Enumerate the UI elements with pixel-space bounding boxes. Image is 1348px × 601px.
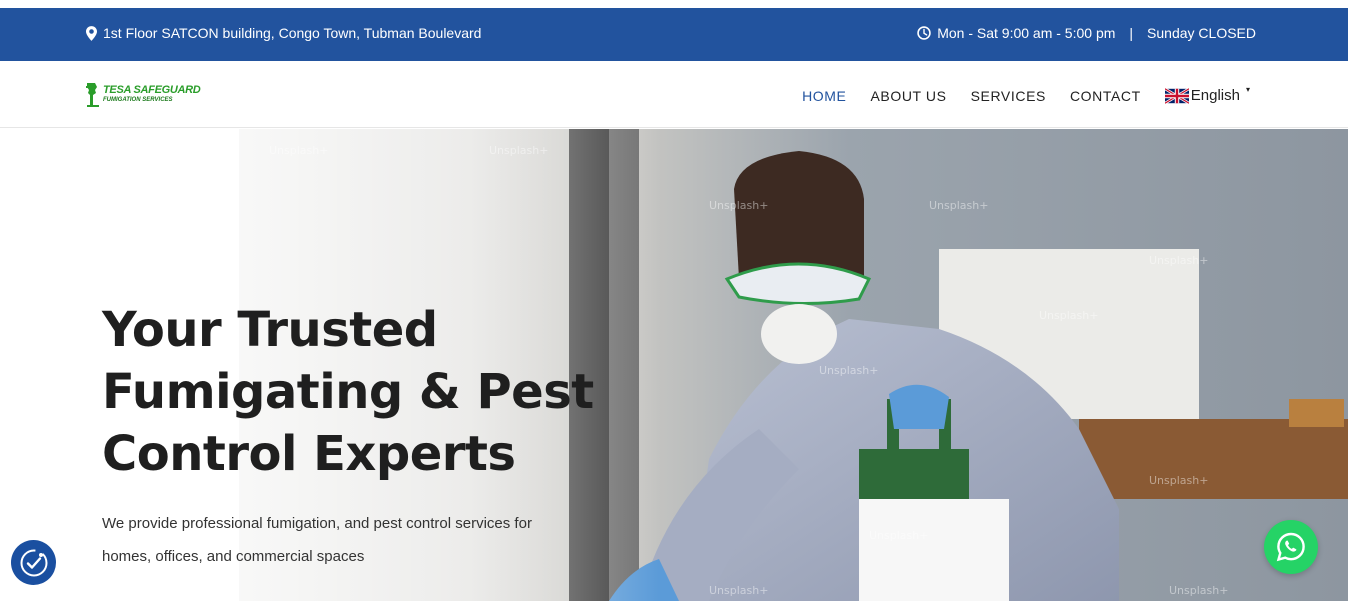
hero-heading: Your Trusted Fumigating & Pest Control E… bbox=[102, 299, 622, 485]
watermark-text: Unsplash+ bbox=[709, 584, 768, 597]
hours-block: Mon - Sat 9:00 am - 5:00 pm | Sunday CLO… bbox=[917, 25, 1256, 41]
nav-services[interactable]: SERVICES bbox=[971, 88, 1046, 104]
watermark-text: Unsplash+ bbox=[929, 199, 988, 212]
logo-line2: FUMIGATION SERVICES bbox=[103, 97, 173, 103]
map-pin-icon bbox=[86, 25, 97, 41]
watermark-text: Unsplash+ bbox=[709, 199, 768, 212]
nav-home[interactable]: HOME bbox=[802, 88, 846, 104]
accessibility-button[interactable] bbox=[11, 540, 56, 585]
accessibility-icon bbox=[20, 549, 47, 576]
whatsapp-icon bbox=[1276, 532, 1305, 562]
watermark-text: Unsplash+ bbox=[1149, 254, 1208, 267]
info-topbar: 1st Floor SATCON building, Congo Town, T… bbox=[0, 8, 1348, 61]
address-text: 1st Floor SATCON building, Congo Town, T… bbox=[103, 25, 482, 41]
clock-icon bbox=[917, 26, 931, 40]
hero-section: Unsplash+ Unsplash+ Unsplash+ Unsplash+ … bbox=[0, 129, 1348, 601]
hero-heading-line3: Control Experts bbox=[102, 426, 516, 482]
hero-subtext: We provide professional fumigation, and … bbox=[102, 515, 532, 565]
hero-heading-line2: Fumigating & Pest bbox=[102, 364, 594, 420]
language-selector[interactable]: English ▾ bbox=[1164, 85, 1250, 104]
top-strip bbox=[0, 0, 1348, 8]
hero-heading-line1: Your Trusted bbox=[102, 302, 438, 358]
watermark-text: Unsplash+ bbox=[819, 364, 878, 377]
watermark-text: Unsplash+ bbox=[1169, 584, 1228, 597]
logo-mark-icon bbox=[86, 83, 99, 107]
uk-flag-icon bbox=[1164, 87, 1189, 104]
watermark-text: Unsplash+ bbox=[869, 529, 928, 542]
closed-text: Sunday CLOSED bbox=[1147, 25, 1256, 41]
address-block: 1st Floor SATCON building, Congo Town, T… bbox=[86, 25, 481, 41]
chevron-down-icon: ▾ bbox=[1245, 85, 1250, 94]
language-label: English bbox=[1190, 87, 1240, 104]
primary-menu: HOME ABOUT US SERVICES CONTACT English ▾ bbox=[778, 85, 1250, 104]
nav-about-us[interactable]: ABOUT US bbox=[870, 88, 946, 104]
whatsapp-button[interactable] bbox=[1264, 520, 1318, 574]
site-logo[interactable]: TESA SAFEGUARD FUMIGATION SERVICES bbox=[86, 81, 201, 107]
hours-text: Mon - Sat 9:00 am - 5:00 pm bbox=[937, 25, 1116, 41]
nav-contact[interactable]: CONTACT bbox=[1070, 88, 1141, 104]
watermark-text: Unsplash+ bbox=[1039, 309, 1098, 322]
main-navbar: TESA SAFEGUARD FUMIGATION SERVICES HOME … bbox=[0, 61, 1348, 128]
hours-separator: | bbox=[1129, 25, 1134, 41]
logo-line1: TESA SAFEGUARD bbox=[103, 84, 201, 96]
watermark-text: Unsplash+ bbox=[1149, 474, 1208, 487]
